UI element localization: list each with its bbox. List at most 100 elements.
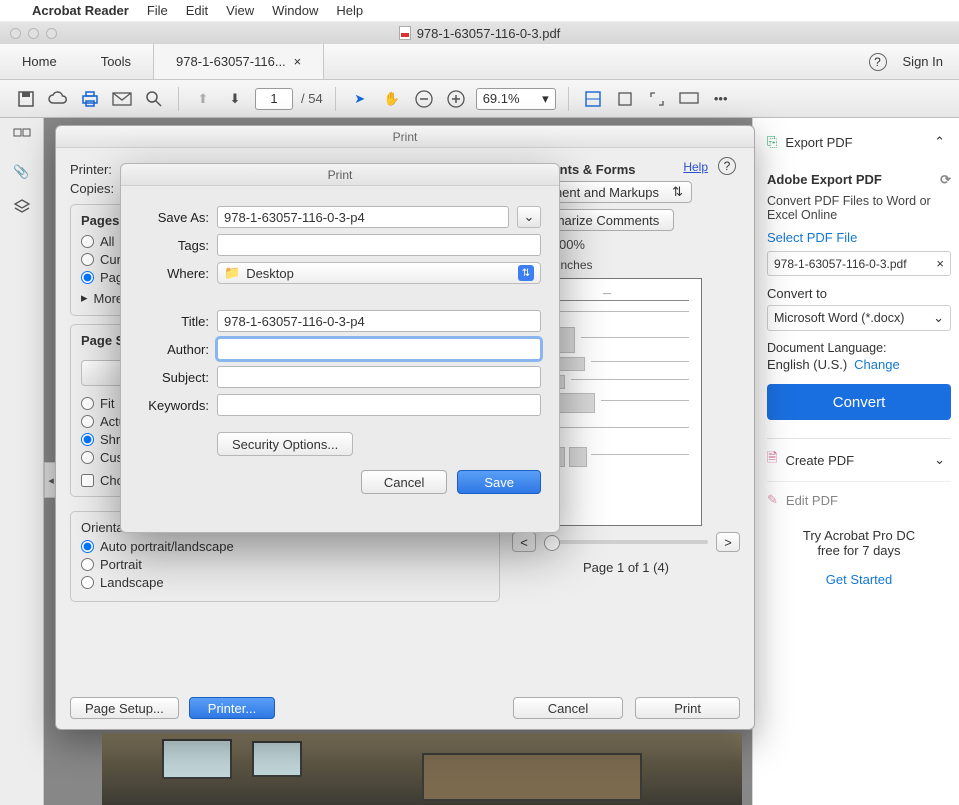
preview-page-of: Page 1 of 1 (4) <box>512 560 740 575</box>
zoom-select[interactable]: 69.1%▾ <box>476 88 556 110</box>
menu-window[interactable]: Window <box>272 3 318 18</box>
radio-landscape[interactable]: Landscape <box>81 575 489 590</box>
tab-document[interactable]: 978-1-63057-116...× <box>153 44 324 79</box>
menu-edit[interactable]: Edit <box>186 3 208 18</box>
hand-icon[interactable]: ✋ <box>380 87 404 111</box>
where-select[interactable]: 📁Desktop⇅ <box>217 262 541 284</box>
fullscreen-icon[interactable] <box>645 87 669 111</box>
keywords-label: Keywords: <box>139 398 209 413</box>
save-icon[interactable] <box>14 87 38 111</box>
chevron-down-icon: ▾ <box>542 91 549 107</box>
get-started-link[interactable]: Get Started <box>767 572 951 587</box>
try-pro-line2: free for 7 days <box>767 543 951 558</box>
chevron-down-icon: ⌄ <box>933 310 944 326</box>
preview-next-button[interactable]: > <box>716 532 740 552</box>
zoom-in-icon[interactable] <box>444 87 468 111</box>
left-nav-strip: 📎 <box>0 118 44 805</box>
radio-portrait[interactable]: Portrait <box>81 557 489 572</box>
folder-icon: 📁 <box>224 265 240 281</box>
tab-home[interactable]: Home <box>0 44 79 79</box>
right-tools-panel: ⎘ Export PDF ⌃ Adobe Export PDF ⟳ Convert … <box>752 118 959 805</box>
help-icon[interactable]: ? <box>869 53 887 71</box>
preview-slider[interactable] <box>544 540 708 544</box>
selected-file-box[interactable]: 978-1-63057-116-0-3.pdf× <box>767 251 951 276</box>
page-number-input[interactable] <box>255 88 293 110</box>
menu-help[interactable]: Help <box>336 3 363 18</box>
fit-width-icon[interactable] <box>581 87 605 111</box>
page-total: / 54 <box>301 91 323 106</box>
app-name[interactable]: Acrobat Reader <box>32 3 129 18</box>
preview-prev-button[interactable]: < <box>512 532 536 552</box>
where-label: Where: <box>139 266 209 281</box>
page-down-icon[interactable]: ⬇ <box>223 87 247 111</box>
help-link[interactable]: Help <box>683 160 708 174</box>
page-up-icon[interactable]: ⬆ <box>191 87 215 111</box>
print-dialog-title: Print <box>56 126 754 148</box>
help-icon[interactable]: ? <box>718 157 736 175</box>
expand-save-icon[interactable]: ⌄ <box>517 206 541 228</box>
layers-icon[interactable] <box>13 198 31 216</box>
chevron-up-icon[interactable]: ⌃ <box>934 134 945 150</box>
change-language-link[interactable]: Change <box>854 357 900 372</box>
title-input[interactable] <box>217 310 541 332</box>
doc-language-label: Document Language: <box>767 341 951 355</box>
radio-auto-orient[interactable]: Auto portrait/landscape <box>81 539 489 554</box>
subject-input[interactable] <box>217 366 541 388</box>
create-pdf-row[interactable]: 🗎Create PDF⌄ <box>767 438 951 481</box>
cloud-sync-icon[interactable]: ⟳ <box>940 172 951 188</box>
export-pdf-heading[interactable]: Export PDF <box>785 135 852 150</box>
updown-icon: ⇅ <box>672 184 683 200</box>
format-select[interactable]: Microsoft Word (*.docx)⌄ <box>767 305 951 331</box>
printer-button[interactable]: Printer... <box>189 697 275 719</box>
save-as-input[interactable] <box>217 206 509 228</box>
attachments-icon[interactable]: 📎 <box>13 164 29 180</box>
page-setup-button[interactable]: Page Setup... <box>70 697 179 719</box>
convert-to-label: Convert to <box>767 286 951 301</box>
more-icon[interactable]: ••• <box>709 87 733 111</box>
security-options-button[interactable]: Security Options... <box>217 432 353 456</box>
save-cancel-button[interactable]: Cancel <box>361 470 447 494</box>
read-mode-icon[interactable] <box>677 87 701 111</box>
zoom-out-icon[interactable] <box>412 87 436 111</box>
remove-file-icon[interactable]: × <box>936 256 944 271</box>
tab-tools[interactable]: Tools <box>79 44 153 79</box>
title-label: Title: <box>139 314 209 329</box>
macos-menubar[interactable]: Acrobat Reader File Edit View Window Hel… <box>0 0 959 22</box>
edit-pdf-icon: ✎ <box>767 492 778 508</box>
fit-page-icon[interactable] <box>613 87 637 111</box>
author-input[interactable] <box>217 338 541 360</box>
subject-label: Subject: <box>139 370 209 385</box>
export-subtitle: Convert PDF Files to Word or Excel Onlin… <box>767 194 951 222</box>
thumbnails-icon[interactable] <box>13 128 31 146</box>
adobe-export-title: Adobe Export PDF <box>767 172 882 188</box>
tags-input[interactable] <box>217 234 541 256</box>
cloud-icon[interactable] <box>46 87 70 111</box>
doc-language-value: English (U.S.) <box>767 357 847 372</box>
select-pdf-link[interactable]: Select PDF File <box>767 230 951 245</box>
close-tab-icon[interactable]: × <box>294 54 302 69</box>
save-button[interactable]: Save <box>457 470 541 494</box>
signin-link[interactable]: Sign In <box>903 54 943 69</box>
try-pro-line1: Try Acrobat Pro DC <box>767 528 951 543</box>
edit-pdf-row[interactable]: ✎Edit PDF <box>767 481 951 518</box>
menu-view[interactable]: View <box>226 3 254 18</box>
window-title: 978-1-63057-116-0-3.pdf <box>417 26 561 41</box>
save-sheet-title: Print <box>121 164 559 186</box>
create-pdf-icon: 🗎 <box>767 449 777 471</box>
pointer-icon[interactable]: ➤ <box>348 87 372 111</box>
export-pdf-icon: ⎘ <box>767 134 777 150</box>
search-icon[interactable] <box>142 87 166 111</box>
print-icon[interactable] <box>78 87 102 111</box>
page-content-image <box>102 733 742 805</box>
save-sheet: Print Save As:⌄ Tags: Where: 📁Desktop⇅ T… <box>120 163 560 533</box>
print-button[interactable]: Print <box>635 697 740 719</box>
pdf-icon <box>399 26 411 40</box>
cancel-button[interactable]: Cancel <box>513 697 623 719</box>
menu-file[interactable]: File <box>147 3 168 18</box>
save-as-label: Save As: <box>139 210 209 225</box>
convert-button[interactable]: Convert <box>767 384 951 420</box>
app-tabbar: Home Tools 978-1-63057-116...× ? Sign In <box>0 44 959 80</box>
mail-icon[interactable] <box>110 87 134 111</box>
main-toolbar: ⬆ ⬇ / 54 ➤ ✋ 69.1%▾ ••• <box>0 80 959 118</box>
keywords-input[interactable] <box>217 394 541 416</box>
